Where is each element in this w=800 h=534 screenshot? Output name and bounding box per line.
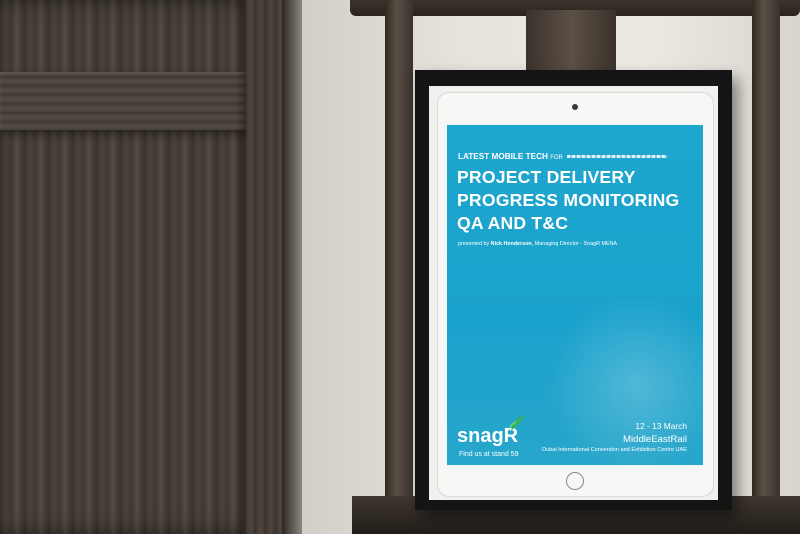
tablet-screen: LATEST MOBILE TECH FOR PROJECT DELIVERY …	[447, 125, 703, 465]
kicker-text: LATEST MOBILE TECH	[458, 152, 548, 161]
door-edge	[282, 0, 302, 534]
presenter-line: presented by Nick Henderson, Managing Di…	[458, 241, 617, 247]
presenter-name: Nick Henderson	[490, 241, 532, 247]
leaf-icon	[508, 415, 525, 431]
event-name: MiddleEastRail	[623, 434, 687, 445]
headline-line-3: QA AND T&C	[457, 213, 569, 233]
photo-scene: LATEST MOBILE TECH FOR PROJECT DELIVERY …	[0, 0, 800, 534]
presenter-role: , Managing Director - SnagR MENA	[531, 241, 618, 247]
stand-info: Find us at stand 59	[459, 451, 519, 458]
home-button-icon	[566, 472, 584, 490]
headline-line-1: PROJECT DELIVERY	[457, 167, 636, 187]
poster-headline: PROJECT DELIVERY PROGRESS MONITORING QA …	[457, 166, 679, 235]
kicker-suffix: FOR	[550, 155, 563, 161]
door-stile	[246, 0, 282, 534]
kicker-decoration	[567, 155, 667, 158]
event-dates: 12 - 13 March	[635, 421, 687, 431]
camera-icon	[572, 104, 578, 110]
presented-prefix: presented by	[458, 241, 490, 247]
event-venue: Dubai International Convention and Exhib…	[542, 447, 687, 453]
door-rail	[0, 72, 262, 130]
headline-line-2: PROGRESS MONITORING	[457, 190, 680, 210]
chair-left-post	[385, 0, 413, 534]
poster-kicker: LATEST MOBILE TECH FOR	[458, 152, 563, 161]
tablet-device: LATEST MOBILE TECH FOR PROJECT DELIVERY …	[437, 92, 714, 497]
chair-right-post	[752, 0, 780, 534]
wooden-door	[0, 0, 290, 534]
